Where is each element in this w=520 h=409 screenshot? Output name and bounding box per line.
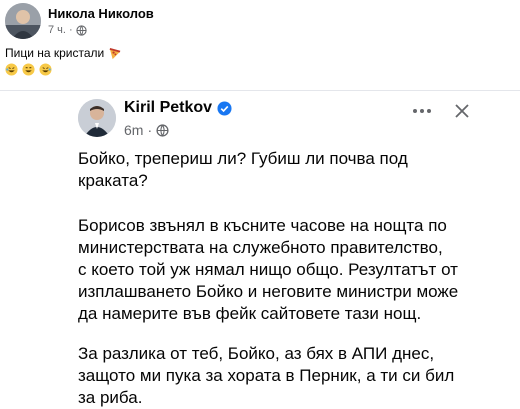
- post-paragraph-1: Бойко, трепериш ли? Губиш ли почва под к…: [78, 148, 518, 192]
- caption-text: Пици на кристали: [5, 46, 105, 60]
- embedded-author-row: Kiril Petkov: [124, 99, 232, 117]
- verified-badge-icon: [217, 100, 232, 116]
- author-name[interactable]: Никола Николов: [48, 6, 154, 21]
- text-line: да намерите във фейк сайтовете тази нощ.: [78, 304, 422, 323]
- text-line: министерствата на служебното правителств…: [78, 238, 443, 257]
- outer-post: Никола Николов 7 ч. · Пици на кристали: [0, 0, 520, 90]
- close-icon: [455, 104, 469, 118]
- text-line: За разлика от теб, Бойко, аз бях в АПИ д…: [78, 344, 435, 363]
- close-button: [450, 99, 474, 123]
- ellipsis-icon: [413, 109, 431, 113]
- post-caption: Пици на кристали: [5, 46, 121, 60]
- embedded-author-name: Kiril Petkov: [124, 99, 213, 116]
- post-paragraph-2: Борисов звънял в късните часове на нощта…: [78, 215, 518, 325]
- embedded-post-meta: 6m ·: [124, 122, 169, 138]
- grin-emoji-icon: [22, 63, 35, 76]
- embedded-author-avatar: [78, 99, 116, 137]
- text-line: краката?: [78, 171, 148, 190]
- globe-icon: [156, 123, 169, 137]
- text-line: за риба.: [78, 388, 143, 407]
- post-meta: 7 ч. ·: [48, 24, 87, 36]
- text-line: с което той уж нямал нищо общо. Резултат…: [78, 260, 458, 279]
- post-time[interactable]: 7 ч.: [48, 24, 66, 36]
- post-paragraph-3: За разлика от теб, Бойко, аз бях в АПИ д…: [78, 343, 518, 409]
- text-line: Бойко, трепериш ли? Губиш ли почва под: [78, 149, 408, 168]
- more-options-button: [410, 101, 434, 121]
- globe-icon: [76, 24, 87, 36]
- text-line: защото ми пука за хората в Перник, а ти …: [78, 366, 455, 385]
- pizza-emoji-icon: [109, 47, 121, 59]
- embedded-post-screenshot: Kiril Petkov 6m · Бойко, трепериш ли? Гу…: [0, 90, 520, 409]
- author-avatar[interactable]: [5, 3, 41, 39]
- rofl-emoji-icon: [39, 63, 52, 76]
- text-line: изплашването Бойко и неговите министри м…: [78, 282, 459, 301]
- reaction-emojis: [5, 63, 52, 76]
- embedded-post-time: 6m: [124, 122, 144, 138]
- text-line: Борисов звънял в късните часове на нощта…: [78, 216, 447, 235]
- rofl-emoji-icon: [5, 63, 18, 76]
